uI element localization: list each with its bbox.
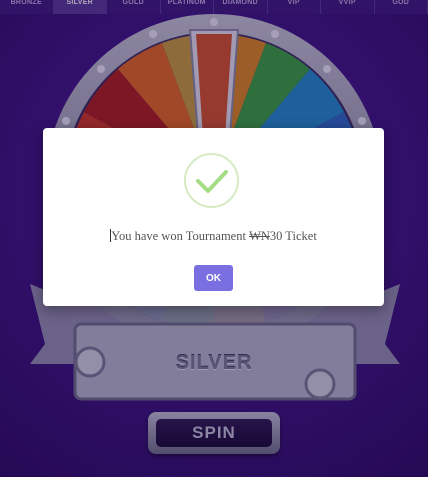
message-text-start: You have won Tournament [111, 229, 250, 243]
ok-button[interactable]: OK [194, 265, 233, 291]
message-text-end: 30 Ticket [269, 229, 317, 243]
currency-symbol: ₩N [249, 229, 270, 243]
check-icon [196, 170, 228, 193]
success-circle [184, 153, 239, 208]
success-dialog: You have won Tournament ₩N30 Ticket OK [43, 128, 384, 306]
dialog-message: You have won Tournament ₩N30 Ticket [43, 229, 384, 244]
